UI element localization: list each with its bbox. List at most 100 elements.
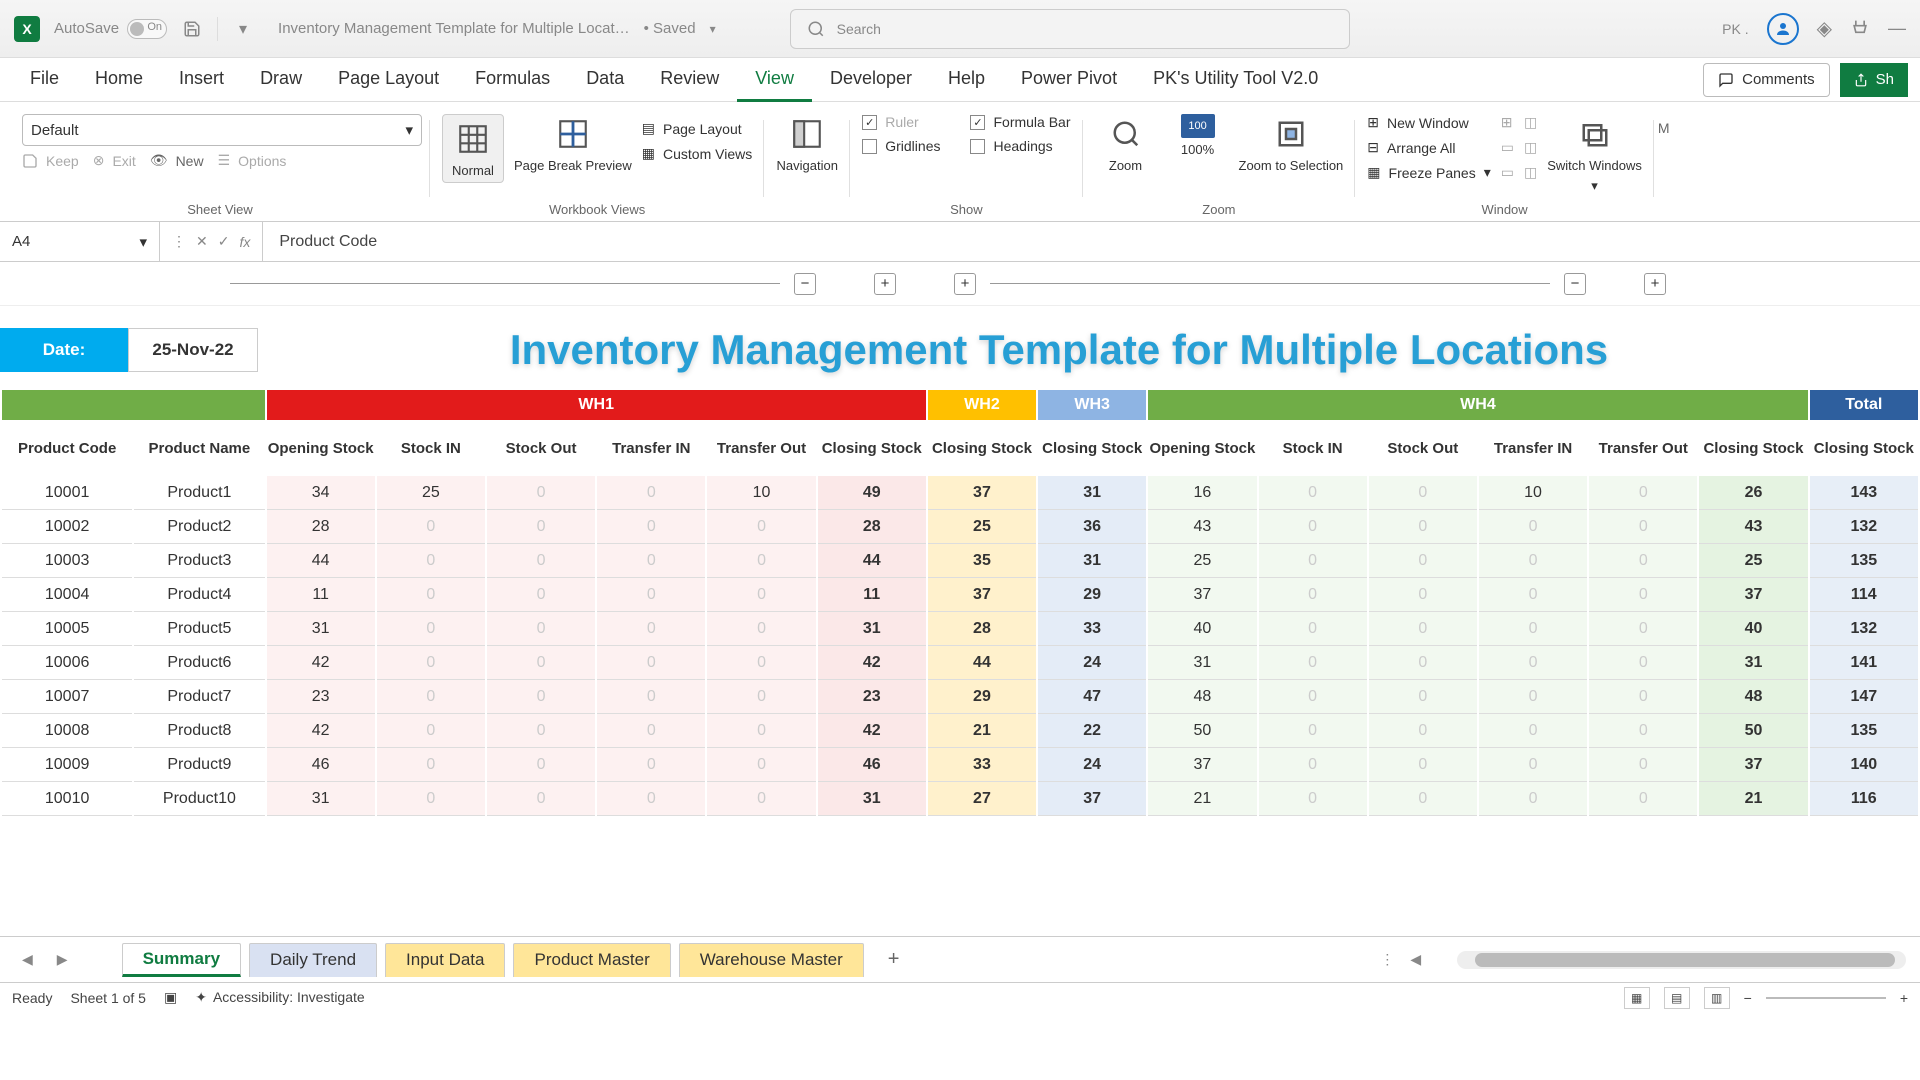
cell[interactable]: 0	[1589, 510, 1697, 544]
formula-bar-checkbox[interactable]: ✓Formula Bar	[970, 114, 1070, 130]
sheet-tab-warehouse-master[interactable]: Warehouse Master	[679, 943, 864, 977]
cell[interactable]: 143	[1810, 476, 1918, 510]
cell[interactable]: 46	[267, 748, 375, 782]
cell[interactable]: 34	[267, 476, 375, 510]
tab-review[interactable]: Review	[642, 58, 737, 102]
cell[interactable]: 0	[597, 544, 705, 578]
cell[interactable]: 0	[1259, 748, 1367, 782]
cell[interactable]: 0	[707, 612, 815, 646]
navigation-button[interactable]: Navigation	[776, 114, 838, 173]
cell[interactable]: 11	[267, 578, 375, 612]
cell[interactable]: 31	[818, 612, 926, 646]
sheet-tab-summary[interactable]: Summary	[122, 943, 241, 977]
freeze-panes-button[interactable]: ▦Freeze Panes▾	[1367, 164, 1490, 181]
cancel-icon[interactable]: ✕	[196, 233, 208, 250]
cell[interactable]: 48	[1148, 680, 1256, 714]
share-button[interactable]: Sh	[1840, 63, 1908, 97]
tab-draw[interactable]: Draw	[242, 58, 320, 102]
zoom-in-button[interactable]: +	[1900, 990, 1908, 1006]
cell[interactable]: 23	[267, 680, 375, 714]
cell[interactable]: 10007	[2, 680, 132, 714]
cell[interactable]: 0	[597, 476, 705, 510]
cell[interactable]: 44	[818, 544, 926, 578]
cell[interactable]: 0	[1369, 646, 1477, 680]
cell[interactable]: 0	[487, 714, 595, 748]
cell[interactable]: 43	[1148, 510, 1256, 544]
date-value[interactable]: 25-Nov-22	[128, 328, 258, 372]
cell[interactable]: 0	[1259, 612, 1367, 646]
table-row[interactable]: 10006Product642000042442431000031141	[2, 646, 1918, 680]
cell[interactable]: 33	[928, 748, 1036, 782]
qat-dropdown-icon[interactable]: ▾	[232, 18, 254, 40]
cell[interactable]: 0	[1479, 510, 1587, 544]
cell[interactable]: 0	[1369, 748, 1477, 782]
switch-windows-button[interactable]: Switch Windows▾	[1547, 114, 1642, 194]
table-row[interactable]: 10010Product1031000031273721000021116	[2, 782, 1918, 816]
cell[interactable]: 16	[1148, 476, 1256, 510]
gridlines-checkbox[interactable]: Gridlines	[862, 138, 940, 154]
tab-pk-utility[interactable]: PK's Utility Tool V2.0	[1135, 58, 1336, 102]
cell[interactable]: 0	[1259, 782, 1367, 816]
user-avatar-icon[interactable]	[1767, 13, 1799, 45]
cell[interactable]: 0	[707, 578, 815, 612]
cell[interactable]: 0	[487, 578, 595, 612]
cell[interactable]: Product7	[134, 680, 264, 714]
table-row[interactable]: 10002Product228000028253643000043132	[2, 510, 1918, 544]
cell[interactable]: 132	[1810, 612, 1918, 646]
scroll-thumb[interactable]	[1475, 953, 1895, 967]
cell[interactable]: 33	[1038, 612, 1146, 646]
cell[interactable]: Product2	[134, 510, 264, 544]
cell[interactable]: 0	[487, 612, 595, 646]
normal-view-icon[interactable]: ▦	[1624, 987, 1650, 1009]
cell[interactable]: 36	[1038, 510, 1146, 544]
page-break-view-icon[interactable]: ▥	[1704, 987, 1730, 1009]
cell[interactable]: 29	[1038, 578, 1146, 612]
cell[interactable]: 10009	[2, 748, 132, 782]
minimize-icon[interactable]: —	[1888, 18, 1906, 39]
cell[interactable]: 37	[1148, 748, 1256, 782]
cell[interactable]: 0	[1369, 782, 1477, 816]
cell[interactable]: Product4	[134, 578, 264, 612]
cell[interactable]: 0	[597, 578, 705, 612]
cell[interactable]: 135	[1810, 714, 1918, 748]
cell[interactable]: 21	[928, 714, 1036, 748]
fx-icon[interactable]: fx	[239, 234, 250, 250]
cell[interactable]: 140	[1810, 748, 1918, 782]
hide-button[interactable]: ▭	[1501, 139, 1514, 156]
cell[interactable]: 46	[818, 748, 926, 782]
inventory-table[interactable]: WH1 WH2 WH3 WH4 Total Product Code Produ…	[0, 390, 1920, 816]
cell[interactable]: 0	[707, 714, 815, 748]
cell[interactable]: 11	[818, 578, 926, 612]
table-row[interactable]: 10001Product134250010493731160010026143	[2, 476, 1918, 510]
diamond-icon[interactable]: ◈	[1817, 16, 1832, 41]
cell[interactable]: 22	[1038, 714, 1146, 748]
cell[interactable]: 0	[597, 782, 705, 816]
cell[interactable]: 37	[1148, 578, 1256, 612]
zoom-button[interactable]: Zoom	[1095, 114, 1157, 173]
cell[interactable]: 0	[1479, 578, 1587, 612]
cell[interactable]: 0	[597, 714, 705, 748]
cell[interactable]: 10	[707, 476, 815, 510]
ruler-checkbox[interactable]: ✓Ruler	[862, 114, 940, 130]
cell[interactable]: 31	[267, 782, 375, 816]
table-row[interactable]: 10007Product723000023294748000048147	[2, 680, 1918, 714]
cell[interactable]: 0	[1589, 612, 1697, 646]
cell[interactable]: 0	[707, 680, 815, 714]
headings-checkbox[interactable]: Headings	[970, 138, 1070, 154]
new-view-button[interactable]: 👁New	[150, 152, 204, 169]
tab-data[interactable]: Data	[568, 58, 642, 102]
cell[interactable]: 25	[1699, 544, 1807, 578]
page-layout-view-icon[interactable]: ▤	[1664, 987, 1690, 1009]
cell[interactable]: 0	[1589, 748, 1697, 782]
normal-view-button[interactable]: Normal	[442, 114, 504, 183]
cell[interactable]: 44	[267, 544, 375, 578]
cell[interactable]: 44	[928, 646, 1036, 680]
cell[interactable]: 0	[1479, 714, 1587, 748]
cell[interactable]: 0	[1259, 646, 1367, 680]
cell[interactable]: 43	[1699, 510, 1807, 544]
accept-icon[interactable]: ✓	[218, 233, 230, 250]
table-row[interactable]: 10003Product344000044353125000025135	[2, 544, 1918, 578]
cell[interactable]: 42	[267, 646, 375, 680]
cell[interactable]: 50	[1699, 714, 1807, 748]
cell[interactable]: 0	[1589, 544, 1697, 578]
